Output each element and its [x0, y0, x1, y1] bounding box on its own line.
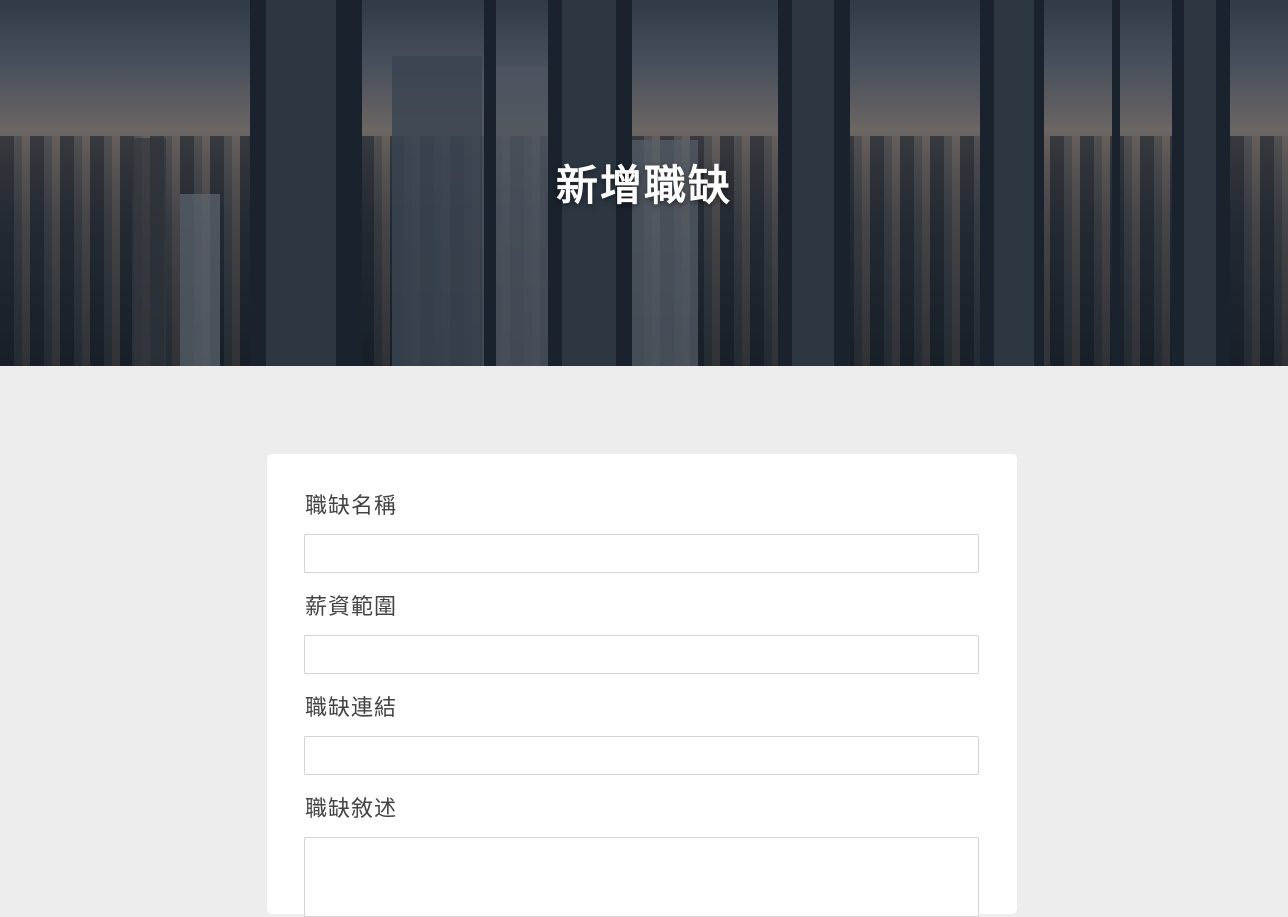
job-description-label: 職缺敘述 — [305, 797, 398, 822]
salary-range-input[interactable] — [304, 635, 979, 674]
salary-range-label: 薪資範圍 — [305, 595, 398, 620]
job-link-input[interactable] — [304, 736, 979, 775]
job-title-input[interactable] — [304, 534, 979, 573]
job-description-textarea[interactable] — [304, 837, 979, 917]
hero-banner: 新增職缺 — [0, 0, 1288, 366]
job-form-card: 職缺名稱 薪資範圍 職缺連結 職缺敘述 — [267, 454, 1017, 917]
job-title-label: 職缺名稱 — [305, 494, 398, 519]
page-title: 新增職缺 — [555, 161, 732, 210]
job-link-label: 職缺連結 — [305, 696, 398, 721]
